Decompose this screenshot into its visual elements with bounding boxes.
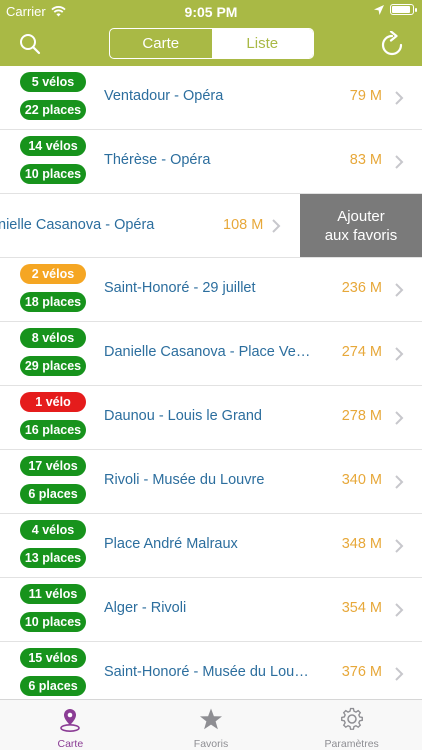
chevron-right-icon xyxy=(395,539,404,553)
places-badge: 16 places xyxy=(20,420,86,440)
availability-badges: 2 vélos 18 places xyxy=(20,264,86,312)
chevron-right-icon xyxy=(272,219,281,233)
station-distance: 376 M xyxy=(341,664,382,680)
tab-label: Favoris xyxy=(193,738,229,750)
station-name: Daunou - Louis le Grand xyxy=(104,408,262,424)
chevron-right-icon xyxy=(395,667,404,681)
tab-label: Carte xyxy=(57,738,84,750)
bikes-badge: 4 vélos xyxy=(20,520,86,540)
station-name: nielle Casanova - Opéra xyxy=(0,217,155,233)
station-distance: 274 M xyxy=(341,344,382,360)
places-badge: 13 places xyxy=(20,548,86,568)
station-row[interactable]: 1 vélo 16 places Daunou - Louis le Grand… xyxy=(0,386,422,450)
add-to-favorites-button[interactable]: Ajouter aux favoris xyxy=(300,194,422,257)
station-row[interactable]: 14 vélos 10 places Thérèse - Opéra 83 M xyxy=(0,130,422,194)
station-name: Alger - Rivoli xyxy=(104,600,187,616)
station-name: Rivoli - Musée du Louvre xyxy=(104,472,265,488)
chevron-right-icon xyxy=(395,411,404,425)
bikes-badge: 17 vélos xyxy=(20,456,86,476)
battery-icon xyxy=(390,4,417,15)
station-distance: 79 M xyxy=(349,88,382,104)
availability-badges: 1 vélo 16 places xyxy=(20,392,86,440)
location-arrow-icon xyxy=(374,4,384,15)
places-badge: 10 places xyxy=(20,612,86,632)
places-badge: 6 places xyxy=(20,484,86,504)
station-list: 5 vélos 22 places Ventadour - Opéra 79 M… xyxy=(0,66,422,699)
bikes-badge: 15 vélos xyxy=(20,648,86,668)
station-row[interactable]: 5 vélos 22 places Ventadour - Opéra 79 M xyxy=(0,66,422,130)
availability-badges: 5 vélos 22 places xyxy=(20,72,86,120)
station-distance: 236 M xyxy=(341,280,382,296)
segment-map[interactable]: Carte xyxy=(110,29,212,58)
bikes-badge: 11 vélos xyxy=(20,584,86,604)
status-bar: Carrier 9:05 PM xyxy=(0,0,422,22)
tab-favoris[interactable]: Favoris xyxy=(141,700,282,750)
nav-bar: Carte Liste xyxy=(0,22,422,66)
bikes-badge: 14 vélos xyxy=(20,136,86,156)
header-bar: Carrier 9:05 PM Carte Liste xyxy=(0,0,422,66)
chevron-right-icon xyxy=(395,603,404,617)
bikes-badge: 8 vélos xyxy=(20,328,86,348)
chevron-right-icon xyxy=(395,475,404,489)
bikes-badge: 5 vélos xyxy=(20,72,86,92)
tab-bar: Carte Favoris Paramètres xyxy=(0,699,422,750)
station-name: Saint-Honoré - Musée du Louvre xyxy=(104,664,314,680)
station-row[interactable]: 15 vélos 6 places Saint-Honoré - Musée d… xyxy=(0,642,422,699)
station-name: Place André Malraux xyxy=(104,536,238,552)
availability-badges: 8 vélos 29 places xyxy=(20,328,86,376)
availability-badges: 15 vélos 6 places xyxy=(20,648,86,696)
places-badge: 6 places xyxy=(20,676,86,696)
station-row[interactable]: 11 vélos 10 places Alger - Rivoli 354 M xyxy=(0,578,422,642)
availability-badges: 4 vélos 13 places xyxy=(20,520,86,568)
station-distance: 108 M xyxy=(223,217,264,233)
station-row-swiped[interactable]: nielle Casanova - Opéra 108 M Ajouter au… xyxy=(0,194,422,258)
station-row[interactable]: 2 vélos 18 places Saint-Honoré - 29 juil… xyxy=(0,258,422,322)
chevron-right-icon xyxy=(395,283,404,297)
places-badge: 10 places xyxy=(20,164,86,184)
availability-badges: 11 vélos 10 places xyxy=(20,584,86,632)
battery-fill xyxy=(392,6,410,13)
station-name: Saint-Honoré - 29 juillet xyxy=(104,280,256,296)
map-pin-icon xyxy=(60,709,81,732)
bikes-badge: 2 vélos xyxy=(20,264,86,284)
station-row[interactable]: 4 vélos 13 places Place André Malraux 34… xyxy=(0,514,422,578)
tab-carte[interactable]: Carte xyxy=(0,700,141,750)
station-name: Ventadour - Opéra xyxy=(104,88,224,104)
tab-parametres[interactable]: Paramètres xyxy=(281,700,422,750)
status-time: 9:05 PM xyxy=(184,4,238,20)
station-distance: 83 M xyxy=(349,152,382,168)
places-badge: 22 places xyxy=(20,100,86,120)
places-badge: 29 places xyxy=(20,356,86,376)
tab-label: Paramètres xyxy=(324,738,379,750)
station-distance: 348 M xyxy=(341,536,382,552)
station-distance: 340 M xyxy=(341,472,382,488)
station-distance: 354 M xyxy=(341,600,382,616)
star-icon xyxy=(200,708,222,730)
station-distance: 278 M xyxy=(341,408,382,424)
station-name: Thérèse - Opéra xyxy=(104,152,211,168)
gear-icon xyxy=(340,707,363,730)
availability-badges: 17 vélos 6 places xyxy=(20,456,86,504)
availability-badges: 14 vélos 10 places xyxy=(20,136,86,184)
chevron-right-icon xyxy=(395,91,404,105)
bikes-badge: 1 vélo xyxy=(20,392,86,412)
segment-list[interactable]: Liste xyxy=(211,29,313,58)
station-name: Danielle Casanova - Place Ven... xyxy=(104,344,314,360)
station-row[interactable]: 17 vélos 6 places Rivoli - Musée du Louv… xyxy=(0,450,422,514)
refresh-icon[interactable] xyxy=(380,31,404,57)
view-segmented-control: Carte Liste xyxy=(109,28,314,59)
station-row[interactable]: 8 vélos 29 places Danielle Casanova - Pl… xyxy=(0,322,422,386)
add-to-favorites-label-line2: aux favoris xyxy=(324,227,398,244)
chevron-right-icon xyxy=(395,347,404,361)
add-to-favorites-label-line1: Ajouter xyxy=(337,208,385,225)
places-badge: 18 places xyxy=(20,292,86,312)
search-icon[interactable] xyxy=(18,32,42,56)
chevron-right-icon xyxy=(395,155,404,169)
status-right xyxy=(374,4,417,15)
